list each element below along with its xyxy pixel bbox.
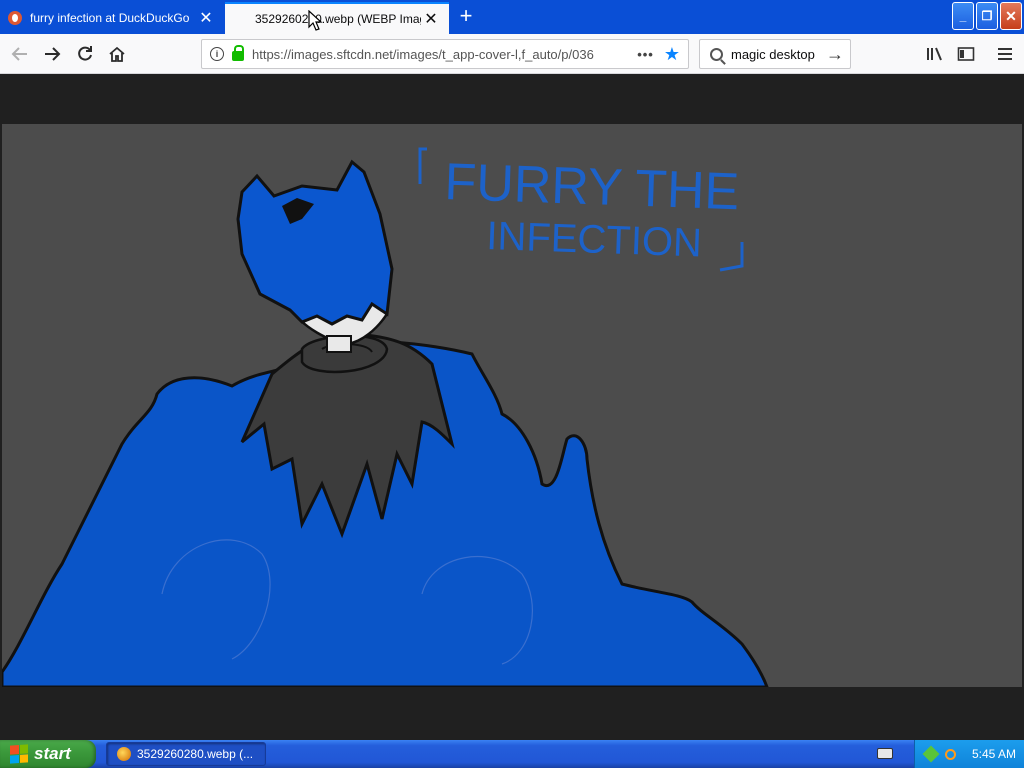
library-button[interactable]: [922, 40, 948, 68]
mouse-cursor-icon: [308, 10, 323, 31]
page-content: FURRY THE INFECTION: [0, 74, 1024, 740]
reload-icon: [78, 46, 92, 61]
taskbar-item-label: 3529260280.webp (...: [137, 747, 254, 761]
star-icon[interactable]: ★: [664, 44, 680, 65]
close-tab-icon[interactable]: ✕: [196, 8, 216, 28]
new-tab-button[interactable]: +: [454, 4, 478, 30]
sidebar-icon: [957, 47, 975, 61]
lock-icon[interactable]: [232, 45, 244, 61]
search-input[interactable]: magic desktop: [731, 47, 826, 62]
drawing: FURRY THE INFECTION: [2, 124, 1022, 687]
minimize-button[interactable]: _: [952, 2, 974, 30]
caption-line-2: INFECTION: [486, 214, 703, 265]
webp-image: FURRY THE INFECTION: [2, 124, 1022, 687]
firefox-icon: [117, 747, 131, 761]
home-button[interactable]: [103, 40, 131, 68]
tab-title: furry infection at DuckDuckGo: [30, 11, 190, 25]
library-icon: [927, 47, 942, 61]
navigation-toolbar: i https://images.sftcdn.net/images/t_app…: [0, 34, 1024, 74]
tab-strip: furry infection at DuckDuckGo ✕ 35292602…: [0, 0, 1024, 34]
tab-duckduckgo[interactable]: furry infection at DuckDuckGo ✕: [0, 2, 224, 34]
taskbar-item-firefox[interactable]: 3529260280.webp (...: [106, 742, 266, 766]
menu-button[interactable]: [992, 40, 1018, 68]
url-bar[interactable]: i https://images.sftcdn.net/images/t_app…: [201, 39, 689, 69]
sidebar-button[interactable]: [953, 40, 979, 68]
back-button[interactable]: [6, 40, 34, 68]
close-tab-icon[interactable]: ✕: [421, 9, 441, 29]
info-icon[interactable]: i: [210, 47, 224, 61]
caption-line-1: FURRY THE: [444, 153, 741, 221]
system-tray: 5:45 AM: [914, 740, 1024, 768]
search-icon: [710, 47, 723, 61]
start-button[interactable]: start: [0, 740, 96, 768]
reload-button[interactable]: [71, 40, 99, 68]
network-icon[interactable]: [922, 745, 940, 763]
magnifier-icon[interactable]: [945, 748, 956, 760]
taskbar: start 3529260280.webp (... 5:45 AM: [0, 740, 1024, 768]
start-label: start: [34, 744, 71, 763]
more-dots-icon[interactable]: •••: [637, 47, 654, 62]
arrow-right-icon: [45, 47, 61, 61]
screen: furry infection at DuckDuckGo ✕ 35292602…: [0, 0, 1024, 768]
close-window-button[interactable]: ✕: [1000, 2, 1022, 30]
hamburger-icon: [998, 48, 1012, 60]
tab-webp-image[interactable]: 3529260280.webp (WEBP Image, ✕: [225, 2, 449, 34]
restore-button[interactable]: ❐: [976, 2, 998, 30]
forward-button[interactable]: [38, 40, 66, 68]
arrow-right-icon[interactable]: →: [826, 44, 844, 65]
duckduckgo-icon: [8, 11, 22, 25]
window-controls: _ ❐ ✕: [952, 2, 1022, 30]
search-bar[interactable]: magic desktop →: [699, 39, 851, 69]
keyboard-icon[interactable]: [877, 748, 893, 759]
clock[interactable]: 5:45 AM: [972, 747, 1016, 761]
windows-logo-icon: [10, 744, 28, 764]
home-icon: [109, 46, 125, 62]
arrow-left-icon: [11, 47, 27, 61]
url-text[interactable]: https://images.sftcdn.net/images/t_app-c…: [252, 47, 637, 62]
